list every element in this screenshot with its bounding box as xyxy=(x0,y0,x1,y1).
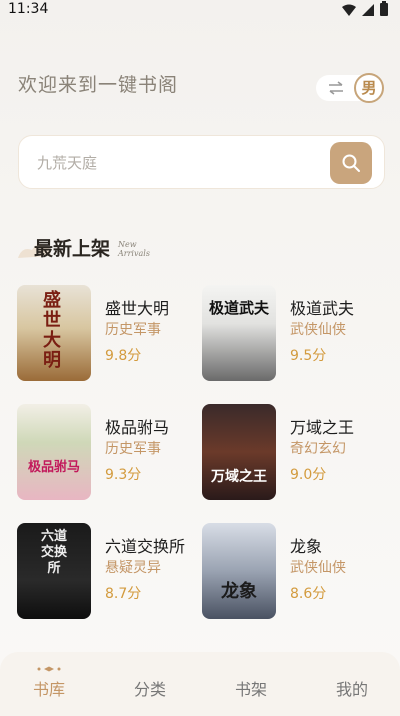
gender-toggle[interactable]: 男 xyxy=(316,73,384,103)
book-cover[interactable]: 六道交换所 xyxy=(17,523,91,619)
book-title[interactable]: 万域之王 xyxy=(290,414,354,438)
cover-title: 六道交换所 xyxy=(41,529,68,576)
cover-title: 盛世大明 xyxy=(43,290,61,371)
section-title: 最新上架 xyxy=(34,238,111,260)
book-genre: 历史军事 xyxy=(105,441,161,457)
welcome-title: 欢迎来到一键书阁 xyxy=(18,74,179,96)
active-tab-indicator-icon xyxy=(37,666,61,672)
book-cover[interactable]: 盛世大明 xyxy=(17,285,91,381)
book-cover[interactable]: 万域之王 xyxy=(202,404,276,500)
cover-title: 极道武夫 xyxy=(208,299,269,317)
tab-categories[interactable]: 分类 xyxy=(134,676,166,700)
search-bar xyxy=(18,135,385,189)
bottom-nav: 书库 分类 书架 我的 xyxy=(0,652,400,716)
search-button[interactable] xyxy=(330,142,372,184)
gender-badge[interactable]: 男 xyxy=(354,73,384,103)
book-genre: 武侠仙侠 xyxy=(290,560,346,576)
book-cover[interactable]: 极品驸马 xyxy=(17,404,91,500)
book-card[interactable]: 极品驸马 极品驸马 历史军事 9.3分 xyxy=(17,404,197,500)
book-card[interactable]: 盛世大明 盛世大明 历史军事 9.8分 xyxy=(17,285,197,381)
book-rating: 9.5分 xyxy=(290,348,327,364)
tab-bookshelf[interactable]: 书架 xyxy=(235,676,267,700)
book-rating: 9.0分 xyxy=(290,467,327,483)
book-genre: 武侠仙侠 xyxy=(290,322,346,338)
book-rating: 8.6分 xyxy=(290,586,327,602)
book-cover[interactable]: 极道武夫 xyxy=(202,285,276,381)
book-card[interactable]: 万域之王 万域之王 奇幻玄幻 9.0分 xyxy=(202,404,382,500)
status-bar: 11:34 xyxy=(0,0,400,20)
book-title[interactable]: 六道交换所 xyxy=(105,533,185,557)
cover-title: 龙象 xyxy=(221,581,257,602)
cover-title: 万域之王 xyxy=(211,469,267,485)
book-rating: 9.3分 xyxy=(105,467,142,483)
book-rating: 8.7分 xyxy=(105,586,142,602)
book-cover[interactable]: 龙象 xyxy=(202,523,276,619)
book-genre: 悬疑灵异 xyxy=(105,560,161,576)
search-input[interactable] xyxy=(37,152,317,174)
book-title[interactable]: 龙象 xyxy=(290,533,322,557)
cellular-signal-icon xyxy=(362,3,374,16)
status-time: 11:34 xyxy=(8,1,49,17)
book-title[interactable]: 极道武夫 xyxy=(290,295,354,319)
book-genre: 奇幻玄幻 xyxy=(290,441,346,457)
tab-library[interactable]: 书库 xyxy=(33,676,65,700)
battery-icon xyxy=(380,1,388,16)
wifi-icon xyxy=(342,4,356,16)
book-card[interactable]: 极道武夫 极道武夫 武侠仙侠 9.5分 xyxy=(202,285,382,381)
swap-icon xyxy=(329,81,343,95)
book-rating: 9.8分 xyxy=(105,348,142,364)
book-title[interactable]: 盛世大明 xyxy=(105,295,169,319)
book-title[interactable]: 极品驸马 xyxy=(105,414,169,438)
section-subtitle: New Arrivals xyxy=(118,240,150,258)
search-icon xyxy=(342,154,360,172)
book-card[interactable]: 龙象 龙象 武侠仙侠 8.6分 xyxy=(202,523,382,619)
book-genre: 历史军事 xyxy=(105,322,161,338)
status-icons xyxy=(342,1,388,16)
cover-title: 极品驸马 xyxy=(27,460,80,475)
tab-mine[interactable]: 我的 xyxy=(336,676,368,700)
book-card[interactable]: 六道交换所 六道交换所 悬疑灵异 8.7分 xyxy=(17,523,197,619)
